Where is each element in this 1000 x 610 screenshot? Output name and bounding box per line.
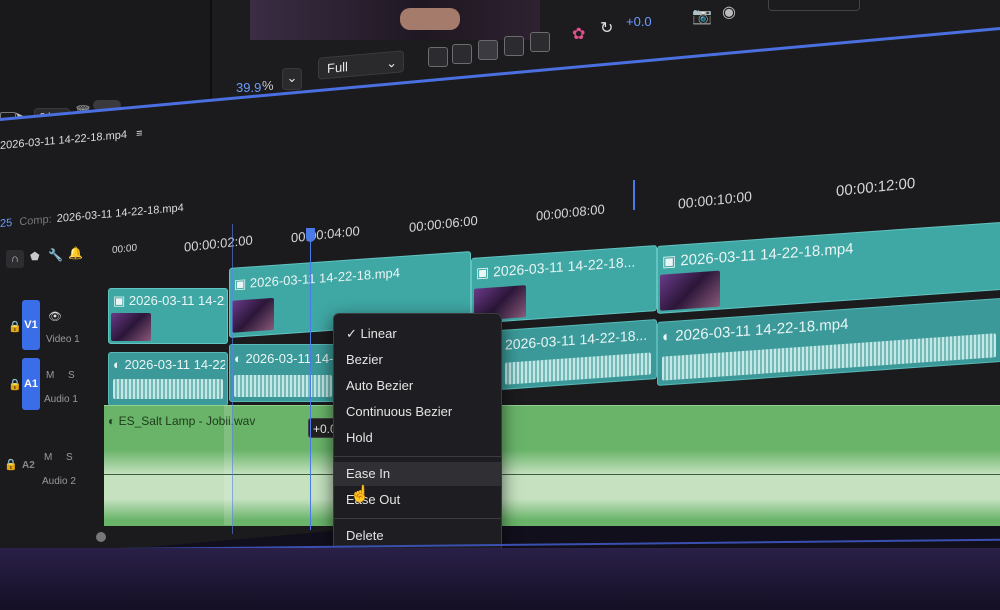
music-waveform: [104, 450, 1000, 520]
audio-waveform: [234, 375, 332, 397]
color-channels-icon[interactable]: ✿: [572, 24, 585, 44]
clip-thumbnail: [660, 270, 720, 311]
comp-number: 25: [0, 216, 13, 230]
menu-item-linear[interactable]: ✓ Linear: [334, 322, 501, 346]
audio-waveform: [113, 379, 223, 399]
in-point-line: [232, 224, 233, 534]
zoom-value: 39.9: [236, 80, 262, 95]
menu-item-ease-in[interactable]: Ease In: [334, 462, 501, 486]
video-clip[interactable]: ▣ 2026-03-11 14-22-...: [108, 288, 228, 344]
audio-clip[interactable]: ◐ 2026-03-11 14-22: [229, 344, 336, 402]
resolution-label: Full: [327, 59, 348, 76]
mute-button-a2[interactable]: M: [44, 452, 52, 463]
clip-title: ◐ 2026-03-11 14-22: [234, 351, 334, 366]
work-area-end-marker[interactable]: [633, 180, 635, 210]
tab-menu-icon[interactable]: ≡: [136, 128, 142, 141]
menu-item-continuous-bezier[interactable]: Continuous Bezier: [334, 400, 501, 424]
guides-icon[interactable]: [530, 32, 550, 52]
track-target-a2[interactable]: A2: [22, 460, 35, 471]
menu-divider: [334, 456, 501, 457]
video-frame-content: [400, 8, 460, 30]
region-of-interest-icon[interactable]: [428, 47, 448, 67]
menu-item-auto-bezier[interactable]: Auto Bezier: [334, 374, 501, 398]
camera-snapshot-icon[interactable]: 📷: [692, 6, 712, 26]
desktop-background: [0, 548, 1000, 610]
marker-icon[interactable]: ⬟: [30, 250, 40, 263]
snap-toggle-icon[interactable]: ∩: [6, 250, 24, 268]
menu-item-bezier[interactable]: Bezier: [334, 348, 501, 372]
mask-path-icon[interactable]: [478, 40, 498, 60]
wrench-icon[interactable]: 🔧: [48, 248, 63, 262]
mouse-cursor-hand-icon: ☝: [350, 486, 370, 503]
lock-icon[interactable]: 🔒: [4, 458, 18, 471]
keyframe-interpolation-menu: ✓ Linear Bezier Auto Bezier Continuous B…: [333, 313, 502, 557]
transparency-grid-icon[interactable]: [452, 44, 472, 64]
clip-title: ▣ 2026-03-11 14-22-18.mp4: [234, 265, 400, 292]
solo-button-a2[interactable]: S: [66, 452, 73, 463]
track-name-a2: Audio 2: [42, 476, 76, 487]
ruler-label: 00:00: [112, 242, 138, 257]
lock-icon[interactable]: 🔒: [8, 378, 22, 391]
audio-waveform: [505, 352, 651, 385]
track-target-a1[interactable]: A1: [22, 358, 40, 410]
program-video-frame: [250, 0, 540, 40]
clip-thumbnail: [111, 313, 151, 341]
track-target-v1[interactable]: V1: [22, 300, 40, 350]
menu-item-hold[interactable]: Hold: [334, 426, 501, 450]
zoom-unit: %: [262, 78, 274, 93]
menu-divider: [334, 518, 501, 519]
timecode-field[interactable]: [768, 0, 860, 11]
clip-title: 2026-03-11 14-22-18...: [505, 326, 648, 353]
show-snapshot-icon[interactable]: ◉: [722, 2, 736, 22]
track-name-v1: Video 1: [46, 334, 80, 345]
video-clip[interactable]: ▣ 2026-03-11 14-22-18...: [471, 244, 657, 324]
chevron-down-icon: ⌄: [286, 70, 298, 85]
audio-clip[interactable]: 2026-03-11 14-22-18...: [500, 319, 657, 390]
chevron-down-icon: ⌄: [386, 54, 397, 71]
playhead-line[interactable]: [310, 240, 311, 530]
exposure-value[interactable]: +0.0: [626, 14, 652, 29]
lock-icon[interactable]: 🔒: [8, 320, 22, 333]
track-name-a1: Audio 1: [44, 394, 78, 405]
mute-button-a1[interactable]: M: [46, 370, 54, 381]
timeline-zoom-handle[interactable]: [96, 532, 106, 542]
clip-title: ◐ 2026-03-11 14-22-...: [113, 357, 225, 372]
audio-clip[interactable]: ◐ 2026-03-11 14-22-...: [108, 352, 228, 406]
eye-icon[interactable]: 👁: [48, 310, 62, 323]
clip-thumbnail: [232, 297, 274, 333]
music-clip-title: ◐ ES_Salt Lamp - Jobii.wav: [108, 414, 256, 428]
volume-rubberband[interactable]: [104, 474, 1000, 475]
clip-title: ▣ 2026-03-11 14-22-18...: [476, 253, 636, 281]
clip-title: ▣ 2026-03-11 14-22-...: [113, 293, 225, 308]
safe-margins-icon[interactable]: [504, 36, 524, 56]
zoom-dropdown[interactable]: ⌄: [282, 68, 302, 90]
exposure-reset-icon[interactable]: ↻: [600, 18, 613, 38]
notification-icon[interactable]: 🔔: [68, 246, 83, 260]
solo-button-a1[interactable]: S: [68, 370, 75, 381]
